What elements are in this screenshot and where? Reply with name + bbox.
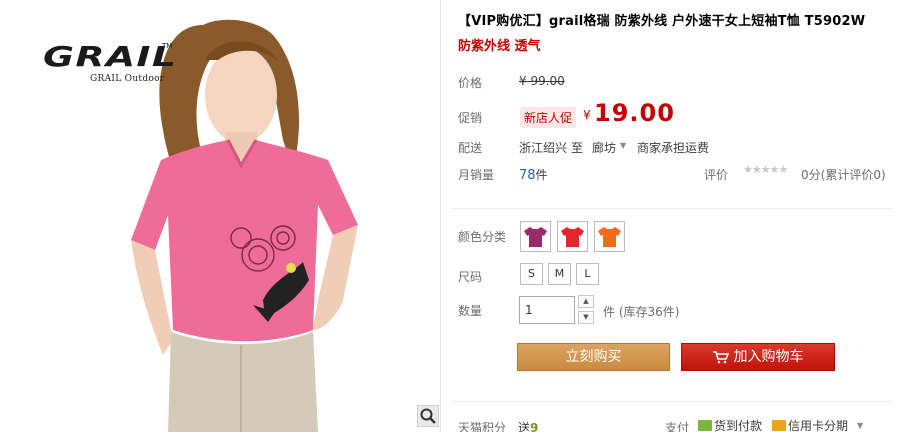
- buy-now-label: 立刻购买: [565, 349, 622, 365]
- currency-symbol: ¥: [583, 108, 591, 122]
- buy-now-button[interactable]: 立刻购买: [517, 343, 670, 371]
- credit-card-icon: [772, 420, 786, 431]
- tshirt-icon: [524, 227, 547, 247]
- section-divider: [452, 208, 892, 209]
- cod-payment: 货到付款: [698, 417, 762, 432]
- installment-label: 信用卡分期: [788, 419, 849, 432]
- sales-unit: 件: [535, 168, 548, 182]
- quantity-input[interactable]: 1: [519, 296, 575, 324]
- magnifier-icon: [420, 408, 436, 424]
- sales-count: 78: [519, 168, 536, 183]
- quantity-decrease-button[interactable]: ▼: [578, 311, 594, 324]
- installment-payment[interactable]: 信用卡分期: [772, 417, 848, 432]
- promo-badge: 新店人促: [520, 107, 577, 128]
- add-to-cart-button[interactable]: 加入购物车: [681, 343, 835, 371]
- points-prefix: 送: [518, 421, 531, 432]
- quantity-increase-button[interactable]: ▲: [578, 295, 594, 308]
- tshirt-icon: [598, 227, 621, 247]
- ship-from-location: 浙江绍兴: [519, 141, 568, 155]
- ship-to-word: 至: [571, 141, 584, 155]
- image-divider: [440, 0, 441, 432]
- cod-icon: [698, 420, 712, 431]
- monthly-sales: 78件: [519, 166, 548, 183]
- shipping-label: 配送: [458, 141, 483, 155]
- chevron-down-icon[interactable]: ▼: [620, 141, 626, 150]
- cart-icon: [712, 350, 729, 363]
- product-subtitle: 防紫外线 透气: [458, 39, 541, 54]
- size-option-s[interactable]: S: [520, 263, 543, 285]
- product-title: 【VIP购优汇】grail格瑞 防紫外线 户外速干女上短袖T恤 T5902W: [458, 14, 866, 29]
- price-label: 价格: [458, 76, 483, 90]
- rating-stars-icon: ★★★★★: [743, 163, 788, 176]
- brand-logo: GRAIL TM GRAIL Outdoor: [43, 40, 183, 84]
- trademark-symbol: TM: [162, 42, 173, 50]
- footer-divider: [452, 401, 892, 402]
- points-label: 天猫积分: [458, 421, 507, 432]
- size-label: 尺码: [458, 270, 483, 284]
- brand-tagline: GRAIL Outdoor: [90, 74, 165, 84]
- payment-label: 支付: [665, 421, 690, 432]
- chevron-down-icon[interactable]: ▼: [857, 421, 863, 430]
- shipping-fee: 商家承担运费: [637, 141, 710, 155]
- quantity-label: 数量: [458, 304, 483, 318]
- add-to-cart-label: 加入购物车: [733, 349, 804, 365]
- product-main-image[interactable]: GRAIL TM GRAIL Outdoor: [13, 0, 441, 432]
- original-price: ¥ 99.00: [519, 74, 565, 88]
- brand-logo-mark: GRAIL: [43, 40, 178, 73]
- points-value: 送9: [518, 419, 538, 432]
- tshirt-icon: [561, 227, 584, 247]
- sales-label: 月销量: [458, 168, 495, 182]
- promo-label: 促销: [458, 111, 483, 125]
- rating-text[interactable]: 0分(累计评价0): [801, 166, 886, 183]
- promo-price: 19.00: [594, 99, 675, 127]
- size-option-m[interactable]: M: [548, 263, 571, 285]
- color-option-red[interactable]: [557, 221, 588, 252]
- stock-info: 件 (库存36件): [603, 305, 680, 319]
- color-option-orange[interactable]: [594, 221, 625, 252]
- color-option-purple[interactable]: [520, 221, 551, 252]
- rating-label: 评价: [704, 168, 729, 182]
- zoom-button[interactable]: [417, 405, 439, 427]
- points-number: 9: [530, 421, 539, 432]
- size-option-l[interactable]: L: [576, 263, 599, 285]
- cod-label: 货到付款: [714, 419, 763, 432]
- color-label: 颜色分类: [458, 230, 507, 244]
- ship-to-selector[interactable]: 廊坊: [592, 139, 616, 156]
